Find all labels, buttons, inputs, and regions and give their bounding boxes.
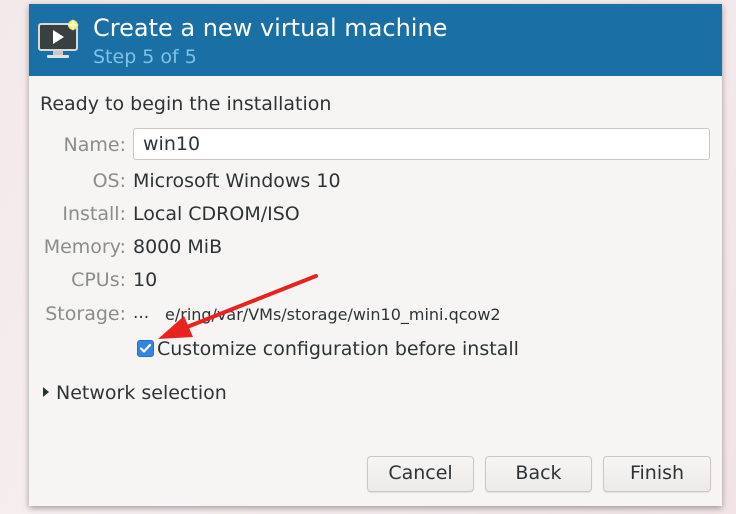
- install-label: Install:: [62, 203, 126, 225]
- vm-monitor-icon: [38, 19, 79, 58]
- name-input[interactable]: [133, 128, 710, 160]
- section-heading: Ready to begin the installation: [40, 93, 332, 115]
- customize-checkbox[interactable]: [137, 340, 154, 357]
- os-label: OS:: [92, 170, 126, 192]
- network-selection-expander[interactable]: Network selection: [43, 382, 227, 404]
- network-selection-label: Network selection: [56, 382, 227, 404]
- finish-button[interactable]: Finish: [603, 456, 711, 492]
- cpus-value: 10: [133, 269, 158, 291]
- dialog-title: Create a new virtual machine: [93, 14, 448, 42]
- checkmark-icon: [139, 343, 152, 353]
- customize-label[interactable]: Customize configuration before install: [157, 338, 519, 360]
- dialog-header: Create a new virtual machine Step 5 of 5: [29, 4, 722, 76]
- cpus-label: CPUs:: [71, 269, 126, 291]
- storage-ellipsis: ...: [133, 303, 150, 323]
- storage-label: Storage:: [45, 303, 126, 325]
- name-label: Name:: [63, 134, 126, 156]
- new-vm-dialog: Create a new virtual machine Step 5 of 5…: [29, 4, 722, 506]
- memory-value: 8000 MiB: [133, 236, 223, 258]
- os-value: Microsoft Windows 10: [133, 170, 341, 192]
- back-button[interactable]: Back: [485, 456, 592, 492]
- expander-arrow-icon: [43, 387, 49, 397]
- memory-label: Memory:: [43, 236, 126, 258]
- storage-path: e/ring/var/VMs/storage/win10_mini.qcow2: [165, 305, 501, 324]
- install-value: Local CDROM/ISO: [133, 203, 300, 225]
- cancel-button[interactable]: Cancel: [367, 456, 474, 492]
- step-indicator: Step 5 of 5: [93, 46, 197, 68]
